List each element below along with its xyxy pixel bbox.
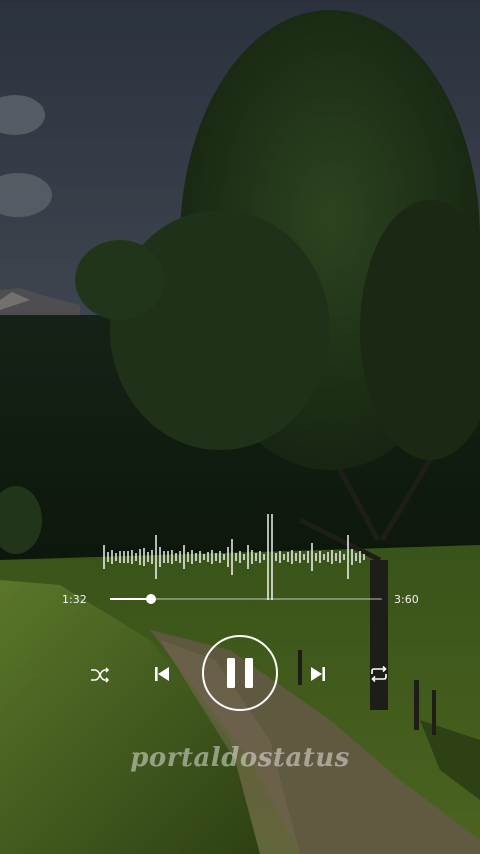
shuffle-icon: [91, 667, 110, 683]
audio-waveform: [103, 514, 365, 600]
play-pause-button[interactable]: [201, 634, 279, 712]
skip-next-icon: [311, 667, 325, 681]
seek-bar-progress: [110, 598, 151, 600]
music-player-screen: 1:32 3:60 portaldostatus: [0, 0, 480, 854]
repeat-icon: [371, 665, 387, 683]
elapsed-time: 1:32: [62, 593, 87, 606]
next-button[interactable]: [305, 661, 331, 687]
repeat-button[interactable]: [366, 661, 392, 687]
skip-previous-icon: [155, 667, 169, 681]
shuffle-button[interactable]: [87, 662, 113, 688]
background-landscape-image: [0, 0, 480, 854]
seek-handle[interactable]: [145, 594, 156, 604]
total-duration: 3:60: [394, 593, 419, 606]
watermark-text: portaldostatus: [130, 743, 350, 773]
seek-bar[interactable]: [110, 594, 382, 604]
pause-icon: [202, 635, 278, 711]
previous-button[interactable]: [149, 661, 175, 687]
